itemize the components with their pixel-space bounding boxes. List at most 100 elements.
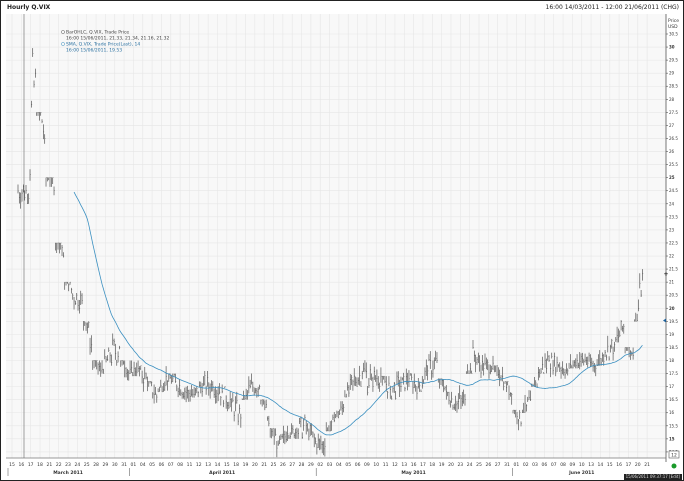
x-tick-label: 04 <box>140 462 146 468</box>
x-tick-label: 27 <box>289 462 295 468</box>
y-tick-label: 29 <box>669 71 675 76</box>
y-tick-label: 16.5 <box>669 397 678 402</box>
y-tick-label: 21.5 <box>669 267 678 272</box>
legend-bar-values: 16:00 15/06/2011, 21.33, 21.34, 21.16, 2… <box>66 36 169 42</box>
x-tick-label: 09 <box>364 462 370 468</box>
x-tick-label: 23 <box>457 462 463 468</box>
x-tick-label: 09 <box>570 462 576 468</box>
y-tick-label: 15 <box>669 436 675 441</box>
x-tick-label: 11 <box>187 462 193 468</box>
x-tick-label: 28 <box>93 462 99 468</box>
y-tick-label: 15.5 <box>669 423 678 428</box>
x-tick-label: 20 <box>635 462 641 468</box>
x-tick-label: 13 <box>401 462 407 468</box>
x-tick-label: 14 <box>215 462 221 468</box>
y-tick-label: 30.5 <box>669 32 678 37</box>
y-tick-label: 17.5 <box>669 371 678 376</box>
legend-sma-values: 16:00 15/06/2011, 19.53 <box>66 48 122 54</box>
x-tick-label: 24 <box>75 462 81 468</box>
x-tick-label: 15 <box>607 462 613 468</box>
x-tick-label: 25 <box>271 462 277 468</box>
y-tick-label: 23 <box>669 227 675 232</box>
x-tick-label: 06 <box>542 462 548 468</box>
x-tick-label: 27 <box>495 462 501 468</box>
x-tick-label: 21 <box>644 462 650 468</box>
y-tick-label: 25.5 <box>669 162 678 167</box>
x-tick-label: 06 <box>159 462 165 468</box>
month-label: March 2011 <box>53 470 83 476</box>
y-tick-label: 19 <box>669 332 675 337</box>
status-bar: 15/06/2011 09:37:17 [Edit] <box>623 474 682 480</box>
x-tick-label: 08 <box>177 462 183 468</box>
last-bar-marker: + <box>664 271 669 278</box>
y-tick-label: 27 <box>669 123 675 128</box>
x-tick-label: 19 <box>439 462 445 468</box>
y-axis-title: Price <box>668 18 679 24</box>
live-status-dot <box>671 463 677 469</box>
x-tick-label: 02 <box>317 462 323 468</box>
x-tick-label: 31 <box>121 462 127 468</box>
month-label: May 2011 <box>401 470 425 476</box>
x-tick-label: 03 <box>532 462 538 468</box>
x-tick-label: 23 <box>65 462 71 468</box>
y-tick-label: 28.5 <box>669 84 678 89</box>
legend-bar-series: BarOHLC, Q.VIX, Trade Price <box>66 30 129 36</box>
y-axis-unit: USD <box>668 24 678 30</box>
x-tick-label: 17 <box>420 462 426 468</box>
x-tick-label: 17 <box>626 462 632 468</box>
x-tick-label: 05 <box>149 462 155 468</box>
y-tick-label: 29.5 <box>669 58 678 63</box>
x-tick-label: 25 <box>84 462 90 468</box>
y-tick-label: 20 <box>669 306 675 311</box>
plot-area <box>6 14 666 458</box>
x-tick-label: 31 <box>504 462 510 468</box>
x-tick-label: 11 <box>383 462 389 468</box>
x-tick-label: 25 <box>476 462 482 468</box>
x-tick-label: 07 <box>168 462 174 468</box>
x-tick-label: 29 <box>103 462 109 468</box>
x-tick-label: 10 <box>579 462 585 468</box>
y-tick-label: 24 <box>669 201 675 206</box>
x-tick-label: 20 <box>448 462 454 468</box>
x-tick-label: 26 <box>280 462 286 468</box>
y-tick-label: 18 <box>669 358 675 363</box>
x-tick-label: 10 <box>373 462 379 468</box>
price-chart[interactable]: PriceUSD30.53029.52928.52827.52726.52625… <box>0 0 684 481</box>
x-tick-label: 16 <box>411 462 417 468</box>
x-tick-label: 05 <box>345 462 351 468</box>
x-tick-label: 15 <box>224 462 230 468</box>
x-tick-label: 08 <box>560 462 566 468</box>
y-tick-label: 24.5 <box>669 188 678 193</box>
x-tick-label: 07 <box>551 462 557 468</box>
y-tick-label: 28 <box>669 97 675 102</box>
x-tick-label: 12 <box>392 462 398 468</box>
x-tick-label: 24 <box>467 462 473 468</box>
x-tick-label: 16 <box>616 462 622 468</box>
y-tick-label: 22.5 <box>669 240 678 245</box>
y-tick-label: 19.5 <box>669 319 678 324</box>
y-tick-label: 26 <box>669 149 675 154</box>
x-tick-label: 28 <box>299 462 305 468</box>
x-tick-label: 12 <box>196 462 202 468</box>
y-tick-label: 23.5 <box>669 214 678 219</box>
month-label: June 2011 <box>568 470 594 476</box>
x-tick-label: 21 <box>46 462 52 468</box>
y-tick-label: 25 <box>669 175 675 180</box>
y-tick-label: 26.5 <box>669 136 678 141</box>
y-tick-label: 30 <box>669 45 675 50</box>
x-tick-label: 04 <box>336 462 342 468</box>
y-tick-label: 20.5 <box>669 293 678 298</box>
x-tick-label: 02 <box>523 462 529 468</box>
x-tick-label: 18 <box>233 462 239 468</box>
x-tick-label: 26 <box>485 462 491 468</box>
x-tick-label: 22 <box>56 462 62 468</box>
x-tick-label: 13 <box>588 462 594 468</box>
x-tick-label: 15 <box>9 462 15 468</box>
x-tick-label: 29 <box>308 462 314 468</box>
y-tick-label: 21 <box>669 280 675 285</box>
x-tick-label: 18 <box>37 462 43 468</box>
x-tick-label: 01 <box>513 462 519 468</box>
legend-sma-series: SMA, Q.VIX, Trade Price(Last), 14 <box>66 42 140 48</box>
x-tick-label: 01 <box>131 462 137 468</box>
x-tick-label: 14 <box>598 462 604 468</box>
